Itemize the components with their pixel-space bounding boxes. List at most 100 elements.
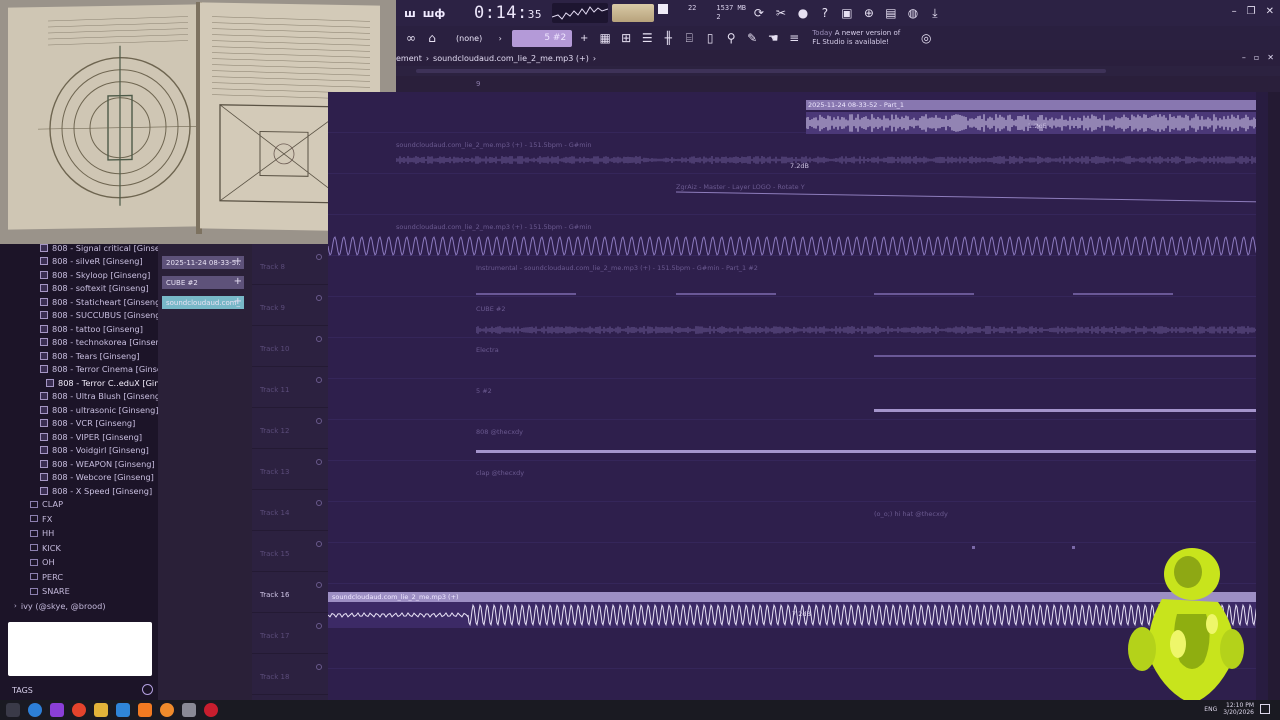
vertical-scrollbar[interactable] (1256, 92, 1268, 700)
browser-folder[interactable]: PERC (30, 570, 63, 584)
track-mute-icon[interactable] (316, 254, 322, 260)
hint-logo-icon[interactable]: шф (423, 4, 446, 22)
browser-item[interactable]: 808 - tattoo [Ginseng] (40, 322, 143, 335)
browser-item[interactable]: 808 - technokorea [Ginseng] (40, 336, 169, 349)
browser-item[interactable]: 808 - Skyloop [Ginseng] (40, 268, 150, 281)
stamp-icon[interactable]: ⌂ (423, 29, 441, 47)
track-header[interactable]: Track 15 (252, 531, 328, 572)
browser-icon[interactable]: ⌸ (680, 29, 698, 47)
start-icon[interactable] (6, 703, 20, 717)
app-icon[interactable] (50, 703, 64, 717)
browser-item[interactable]: 808 - silveR [Ginseng] (40, 255, 143, 268)
download-icon[interactable]: ⤓ (926, 4, 944, 22)
track-mute-icon[interactable] (316, 623, 322, 629)
breadcrumb-arrow-icon[interactable]: › (593, 54, 596, 63)
lane-8[interactable]: soundcloudaud.com_lie_2_me.mp3 (+) - 151… (328, 215, 1268, 256)
clock[interactable]: 12:10 PM 3/20/2026 (1223, 702, 1254, 716)
restore-icon[interactable]: ❐ (1247, 6, 1256, 17)
add-clip-icon[interactable]: + (234, 296, 242, 307)
clip-picker-item-active[interactable]: soundcloudaud.com_ + (162, 296, 244, 309)
chrome-icon[interactable] (72, 703, 86, 717)
browser-item[interactable]: 808 - WEAPON [Ginseng] (40, 457, 155, 470)
explorer-icon[interactable] (94, 703, 108, 717)
add-pattern-icon[interactable]: + (575, 29, 593, 47)
chat-icon[interactable]: ◍ (904, 4, 922, 22)
scrollbar-thumb[interactable] (416, 69, 1106, 73)
timeline-ruler[interactable]: 9 (396, 76, 1280, 92)
plug-icon[interactable]: ⚲ (722, 29, 740, 47)
browser-folder[interactable]: OH (30, 555, 55, 569)
track-mute-icon[interactable] (316, 664, 322, 670)
photoshop-icon[interactable] (116, 703, 130, 717)
browser-item[interactable]: 808 - VCR [Ginseng] (40, 417, 135, 430)
mixer-cut-icon[interactable]: ✂ (772, 4, 790, 22)
track-header[interactable]: Track 10 (252, 326, 328, 367)
lane-13[interactable]: 808 @thecxdy (328, 420, 1268, 461)
record-icon[interactable] (204, 703, 218, 717)
horizontal-scrollbar[interactable] (396, 66, 1280, 76)
touch-icon[interactable]: ☚ (764, 29, 782, 47)
channel-rack-icon[interactable]: ☰ (638, 29, 656, 47)
tags-area[interactable] (8, 622, 152, 676)
browser-item[interactable]: 808 - VIPER [Ginseng] (40, 430, 142, 443)
track-header[interactable]: Track 13 (252, 449, 328, 490)
browser-folder[interactable]: SNARE (30, 584, 70, 598)
master-volume-meter[interactable] (611, 4, 654, 22)
track-mute-icon[interactable] (316, 295, 322, 301)
lane-9[interactable]: Instrumental - soundcloudaud.com_lie_2_m… (328, 256, 1268, 297)
track-mute-icon[interactable] (316, 377, 322, 383)
track-header[interactable]: Track 16 (252, 572, 328, 613)
news-icon[interactable]: ≡ (785, 29, 803, 47)
root-folder[interactable]: › ivy (@skye, @brood) (14, 599, 106, 613)
playlist-icon[interactable]: ▦ (596, 29, 614, 47)
browser-item[interactable]: 808 - SUCCUBUS [Ginseng] (40, 309, 164, 322)
lane-14[interactable]: clap @thecxdy (328, 461, 1268, 502)
lane-11[interactable]: Electra (328, 338, 1268, 379)
breadcrumb-prefix[interactable]: ement (396, 54, 422, 63)
track-header[interactable]: Track 9 (252, 285, 328, 326)
browser-item[interactable]: 808 - Ultra Blush [Ginseng] (40, 390, 163, 403)
browser-item[interactable]: 808 - softexit [Ginseng] (40, 282, 149, 295)
track-mute-icon[interactable] (316, 541, 322, 547)
record-mic-icon[interactable]: ● (794, 4, 812, 22)
playlist-minimize-icon[interactable]: – (1242, 53, 1246, 62)
undo-history-icon[interactable]: ⟳ (750, 4, 768, 22)
link-icon[interactable]: ∞ (402, 29, 420, 47)
browser-item[interactable]: 808 - ultrasonic [Ginseng] (40, 403, 159, 416)
lane-7[interactable]: ZgrAiz - Master - Layer LOGO - Rotate Y (328, 174, 1268, 215)
playlist-maximize-icon[interactable]: ▫ (1254, 53, 1259, 62)
track-mute-icon[interactable] (316, 500, 322, 506)
language-indicator[interactable]: ENG (1204, 706, 1217, 713)
song-position-display[interactable]: 0:14:35 (474, 3, 542, 23)
track-header[interactable]: Track 17 (252, 613, 328, 654)
browser-item[interactable]: 808 - X Speed [Ginseng] (40, 484, 152, 497)
browser-item[interactable]: 808 - Terror Cinema [Ginseng] (40, 363, 176, 376)
save-icon[interactable]: ▣ (838, 4, 856, 22)
lane-12[interactable]: 5 #2 (328, 379, 1268, 420)
track-header[interactable]: Track 11 (252, 367, 328, 408)
track-mute-icon[interactable] (316, 459, 322, 465)
file-icon[interactable]: ▯ (701, 29, 719, 47)
browser-item[interactable]: 808 - Staticheart [Ginseng] (40, 295, 164, 308)
notification-icon[interactable] (1260, 704, 1270, 714)
close-icon[interactable]: ✕ (1266, 6, 1274, 17)
globe-icon[interactable]: ◎ (917, 29, 935, 47)
browser-item[interactable]: 808 - Voidgirl [Ginseng] (40, 444, 149, 457)
render-icon[interactable]: ▤ (882, 4, 900, 22)
browser-folder[interactable]: FX (30, 512, 52, 526)
clip-picker-item[interactable]: CUBE #2 + (162, 276, 244, 289)
notes-icon[interactable] (182, 703, 196, 717)
plugin-icon[interactable]: ⊕ (860, 4, 878, 22)
playlist-close-icon[interactable]: ✕ (1267, 53, 1274, 62)
browser-folder[interactable]: KICK (30, 541, 61, 555)
lane-5[interactable]: 2025-11-24 08-33-52 - Part_1 1.2dB (328, 92, 1268, 134)
add-clip-icon[interactable]: + (234, 276, 242, 287)
fl-logo-icon[interactable]: ш (400, 4, 420, 22)
browser-item[interactable]: 808 - Tears [Ginseng] (40, 349, 140, 362)
fl-studio-icon[interactable] (138, 703, 152, 717)
track-mute-icon[interactable] (316, 582, 322, 588)
pattern-arrow-icon[interactable]: › (491, 29, 509, 47)
search-icon[interactable] (142, 684, 153, 695)
breadcrumb-file[interactable]: soundcloudaud.com_lie_2_me.mp3 (+) (433, 54, 589, 63)
add-clip-icon[interactable]: + (234, 256, 242, 267)
